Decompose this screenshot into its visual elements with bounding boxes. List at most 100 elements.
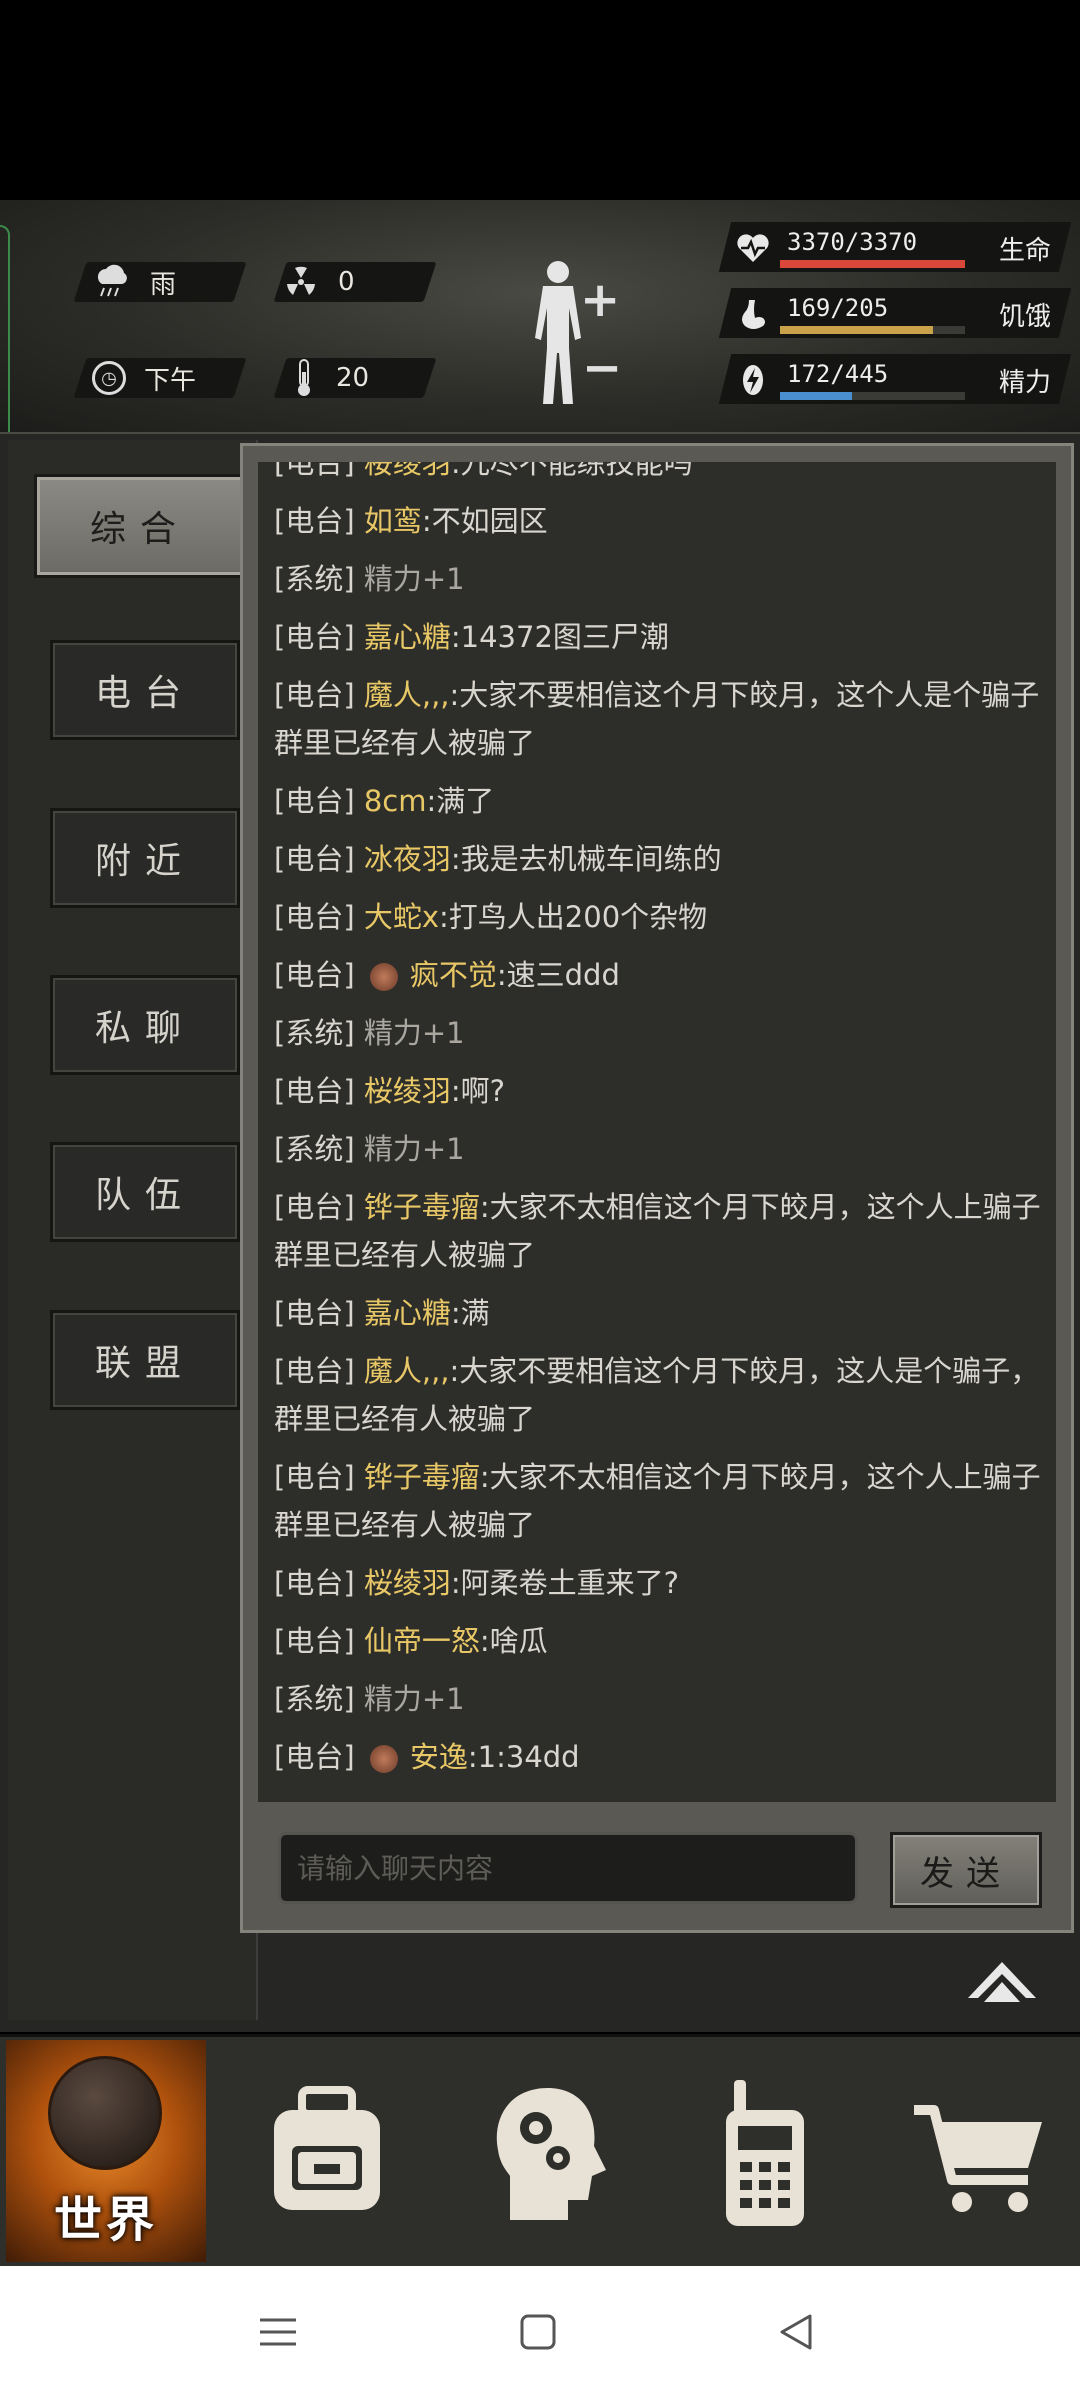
message-sender[interactable]: 如鸾	[364, 504, 422, 538]
message-sender[interactable]: 桜绫羽	[364, 462, 451, 480]
message-sender[interactable]: 铧子毒瘤	[364, 1190, 480, 1224]
time-display: ◷ 下午	[92, 358, 196, 398]
chat-input[interactable]	[281, 1835, 855, 1901]
chat-message: [电台] 大蛇x:打鸟人出200个杂物	[274, 888, 1054, 946]
message-channel-tag: [电台]	[274, 1354, 364, 1388]
time-label: 下午	[144, 365, 197, 396]
menu-icon[interactable]	[258, 2312, 298, 2352]
home-icon[interactable]	[518, 2312, 558, 2352]
message-channel-tag: [电台]	[274, 1296, 364, 1330]
chat-input-box[interactable]	[278, 1832, 858, 1904]
radio-walkie-icon[interactable]	[700, 2080, 830, 2230]
message-text: :不如园区	[421, 504, 548, 538]
system-message: [系统] 精力+1	[274, 1670, 1054, 1728]
stat-health: 3370/3370 生命	[718, 222, 1072, 272]
tab-general[interactable]: 综合	[34, 474, 246, 578]
message-channel-tag: [电台]	[274, 1460, 364, 1494]
system-message: [系统] 精力+1	[274, 550, 1054, 608]
clock-icon: ◷	[92, 361, 126, 395]
message-sender[interactable]: 仙帝一怒	[364, 1624, 480, 1658]
message-channel-tag: [系统]	[274, 1016, 364, 1050]
message-text: 精力+1	[363, 562, 465, 596]
user-avatar-icon[interactable]	[369, 963, 398, 991]
chat-message: [电台] 仙帝一怒:啥瓜	[274, 1612, 1054, 1670]
energy-value: 172/445	[787, 360, 889, 388]
user-avatar-icon[interactable]	[369, 1745, 398, 1773]
tab-radio[interactable]: 电台	[50, 640, 240, 740]
message-sender[interactable]: 魔人,,,	[364, 678, 450, 712]
message-sender[interactable]: 冰夜羽	[364, 842, 451, 876]
chat-message: [电台] 疯不觉:速三ddd	[274, 946, 1054, 1004]
message-text: :阿柔卷土重来了?	[450, 1566, 680, 1600]
chat-message: [电台] 8cm:满了	[274, 772, 1054, 830]
tab-private[interactable]: 私聊	[50, 975, 240, 1075]
chat-message: [电台] 魔人,,,:大家不要相信这个月下皎月，这人是个骗子，群里已经有人被骗了	[274, 1342, 1054, 1448]
message-text: :满	[450, 1296, 490, 1330]
message-text: :啥瓜	[479, 1624, 548, 1658]
collapse-up-icon[interactable]	[964, 1958, 1040, 2008]
message-channel-tag: [电台]	[274, 504, 364, 538]
message-text: :啊?	[450, 1074, 506, 1108]
message-channel-tag: [电台]	[274, 462, 364, 480]
tab-alliance[interactable]: 联盟	[50, 1310, 240, 1410]
chat-message: [电台] 桜绫羽:啊?	[274, 1062, 1054, 1120]
chat-message: [电台] 铧子毒瘤:大家不太相信这个月下皎月，这个人上骗子群里已经有人被骗了	[274, 1448, 1054, 1554]
stat-energy: 172/445 精力	[718, 354, 1072, 404]
message-text: :打鸟人出200个杂物	[439, 900, 708, 934]
message-channel-tag: [电台]	[274, 1566, 364, 1600]
chat-log[interactable]: [电台] 桜绫羽:九尽不能练技能吗 [电台] 如鸾:不如园区 [系统] 精力+1 [电…	[258, 462, 1056, 1802]
system-message: [系统] 精力+1	[274, 1120, 1054, 1178]
chat-message: [电台] 安逸:1:34dd	[274, 1728, 1054, 1786]
chat-message: [电台] 魔人,,,:大家不要相信这个月下皎月，这个人是个骗子群里已经有人被骗了	[274, 666, 1054, 772]
radiation-display: 0	[282, 262, 355, 302]
system-message: [系统] 精力+1	[274, 1004, 1054, 1062]
thermometer-icon	[298, 359, 310, 396]
world-label: 世界	[53, 2192, 158, 2248]
energy-bolt-icon	[743, 365, 763, 395]
system-nav-bar	[0, 2266, 1080, 2400]
message-channel-tag: [电台]	[274, 900, 364, 934]
message-sender[interactable]: 铧子毒瘤	[364, 1460, 480, 1494]
message-sender[interactable]: 魔人,,,	[364, 1354, 450, 1388]
chat-message: [电台] 嘉心糖:满	[274, 1284, 1054, 1342]
message-sender[interactable]: 大蛇x	[364, 900, 439, 934]
brain-skills-icon[interactable]	[488, 2080, 618, 2230]
status-bar-area	[0, 0, 1080, 200]
tab-nearby[interactable]: 附近	[50, 808, 240, 908]
message-channel-tag: [电台]	[274, 678, 364, 712]
chat-message: [电台] 桜绫羽:九尽不能练技能吗	[274, 462, 1054, 492]
message-sender[interactable]: 嘉心糖	[364, 620, 451, 654]
health-bar	[780, 260, 965, 268]
message-channel-tag: [电台]	[274, 1624, 364, 1658]
message-channel-tag: [电台]	[274, 620, 364, 654]
energy-label: 精力	[998, 368, 1051, 398]
tab-team[interactable]: 队伍	[50, 1142, 240, 1242]
message-channel-tag: [电台]	[274, 1074, 364, 1108]
radiation-icon	[287, 266, 315, 295]
message-sender[interactable]: 桜绫羽	[364, 1566, 451, 1600]
back-icon[interactable]	[776, 2312, 816, 2352]
weather-display: 雨	[92, 262, 176, 302]
message-sender[interactable]: 桜绫羽	[364, 1074, 451, 1108]
shopping-cart-icon[interactable]	[910, 2080, 1050, 2230]
temperature-value: 20	[336, 363, 370, 393]
backpack-icon[interactable]	[262, 2080, 392, 2230]
message-text: :我是去机械车间练的	[450, 842, 722, 876]
send-button[interactable]: 发送	[890, 1832, 1042, 1908]
message-list: [电台] 桜绫羽:九尽不能练技能吗 [电台] 如鸾:不如园区 [系统] 精力+1 [电…	[274, 462, 1054, 1786]
message-text: :1:34dd	[467, 1740, 580, 1774]
chat-message: [电台] 如鸾:不如园区	[274, 492, 1054, 550]
message-sender[interactable]: 8cm	[364, 784, 427, 818]
globe-icon	[48, 2056, 162, 2170]
rain-cloud-icon	[97, 264, 127, 297]
message-channel-tag: [电台]	[274, 958, 364, 992]
message-channel-tag: [系统]	[274, 1682, 364, 1716]
message-channel-tag: [电台]	[274, 842, 364, 876]
chat-message: [电台] 嘉心糖:14372图三尸潮	[274, 608, 1054, 666]
heart-pulse-icon	[737, 234, 769, 262]
message-text: 精力+1	[363, 1682, 465, 1716]
message-sender[interactable]: 安逸	[410, 1740, 468, 1774]
message-sender[interactable]: 嘉心糖	[364, 1296, 451, 1330]
message-sender[interactable]: 疯不觉	[410, 958, 497, 992]
message-text: 精力+1	[363, 1016, 465, 1050]
